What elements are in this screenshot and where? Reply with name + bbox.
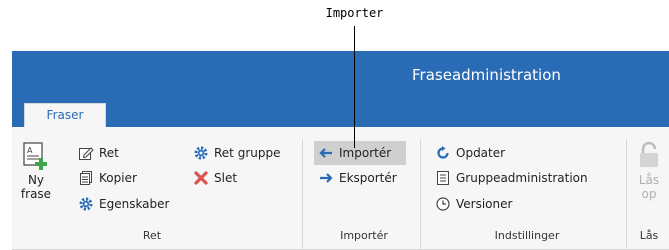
group-separator xyxy=(302,139,303,249)
group-label-ret: Ret xyxy=(142,229,162,242)
group-label-settings: Indstillinger xyxy=(494,229,560,242)
copy-button[interactable]: Kopier xyxy=(78,170,137,186)
delete-label: Slet xyxy=(214,171,238,185)
delete-x-icon xyxy=(193,170,209,186)
import-label: Importér xyxy=(339,146,392,160)
unlock-button[interactable]: Lås op xyxy=(632,141,666,201)
export-label: Eksportér xyxy=(339,171,397,185)
unlock-label-line1: Lås xyxy=(638,173,660,187)
arrow-left-icon xyxy=(318,145,334,161)
refresh-icon xyxy=(435,145,451,161)
export-button[interactable]: Eksportér xyxy=(318,170,397,186)
update-label: Opdater xyxy=(456,146,506,160)
document-icon xyxy=(435,170,451,186)
svg-text:A: A xyxy=(27,146,33,155)
group-label-lock: Lås xyxy=(639,229,659,242)
callout-label: Importer xyxy=(325,6,384,20)
versions-label: Versioner xyxy=(456,197,513,211)
group-admin-button[interactable]: Gruppeadministration xyxy=(435,170,588,186)
edit-label: Ret xyxy=(99,146,119,160)
edit-icon xyxy=(78,145,94,161)
new-phrase-label-line2: frase xyxy=(20,187,52,201)
unlock-label-line2: op xyxy=(641,187,657,201)
new-phrase-button[interactable]: A Ny frase xyxy=(18,141,54,201)
ribbon: A Ny frase Ret Kopier Egenskaber Ret gru… xyxy=(12,127,669,250)
gear-icon xyxy=(78,196,94,212)
versions-button[interactable]: Versioner xyxy=(435,196,512,212)
properties-label: Egenskaber xyxy=(99,197,170,211)
group-admin-label: Gruppeadministration xyxy=(456,171,588,185)
group-separator xyxy=(626,139,627,249)
clock-icon xyxy=(435,196,451,212)
callout-line xyxy=(354,26,355,148)
copy-icon xyxy=(78,170,94,186)
import-button[interactable]: Importér xyxy=(314,141,406,165)
edit-group-label: Ret gruppe xyxy=(214,146,281,160)
update-button[interactable]: Opdater xyxy=(435,145,505,161)
group-label-importer: Importér xyxy=(340,229,388,242)
window-title: Fraseadministration xyxy=(412,66,561,84)
edit-group-button[interactable]: Ret gruppe xyxy=(193,145,280,161)
tab-fraser[interactable]: Fraser xyxy=(24,103,106,128)
new-phrase-label-line1: Ny xyxy=(27,173,45,187)
title-bar: Fraseadministration xyxy=(12,51,669,99)
new-phrase-icon: A xyxy=(21,141,51,171)
properties-button[interactable]: Egenskaber xyxy=(78,196,169,212)
delete-button[interactable]: Slet xyxy=(193,170,237,186)
edit-button[interactable]: Ret xyxy=(78,145,119,161)
copy-label: Kopier xyxy=(99,171,137,185)
ribbon-tab-strip: Fraser xyxy=(12,99,669,128)
group-separator xyxy=(420,139,421,249)
gear-icon xyxy=(193,145,209,161)
arrow-right-icon xyxy=(318,170,334,186)
padlock-icon xyxy=(637,141,661,169)
